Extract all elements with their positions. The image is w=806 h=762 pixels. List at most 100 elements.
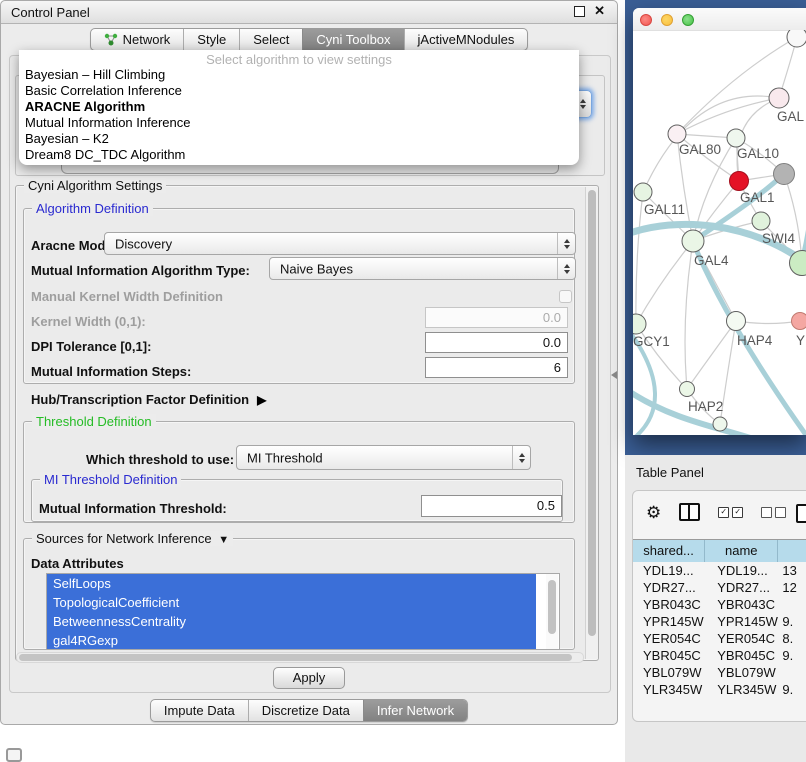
column-header-name[interactable]: name [705,540,778,562]
select-all-checkboxes-icon[interactable]: ✓✓ [718,507,743,518]
node-gal4[interactable] [682,230,704,252]
attribute-list-item[interactable]: TopologicalCoefficient [47,593,536,612]
table-cell[interactable]: YBL079W [705,664,778,681]
table-row[interactable]: YJL052CYJL052C9. [633,698,806,700]
table-cell[interactable]: 9. [778,698,806,700]
node-gal-pink[interactable] [769,88,789,108]
mi-steps-field[interactable]: 6 [425,357,568,378]
tab-network[interactable]: Network [91,29,184,50]
table-row[interactable]: YER054CYER054C8. [633,630,806,647]
table-cell[interactable]: YER054C [633,630,705,647]
hub-transcription-factor-expander[interactable]: Hub/Transcription Factor Definition▶ [31,392,266,407]
table-row[interactable]: YBR045CYBR045C9. [633,647,806,664]
table-cell[interactable]: YBR043C [705,596,778,613]
attribute-list-item[interactable]: gal4RGexp [47,631,536,650]
dpi-tolerance-field[interactable]: 0.0 [425,332,568,353]
node-swi4[interactable] [752,212,770,230]
mac-close-icon[interactable] [640,14,652,26]
node-bottom[interactable] [713,417,727,431]
table-cell[interactable]: 9. [778,681,806,698]
node-gal10[interactable] [727,129,745,147]
tab-cyni-toolbox[interactable]: Cyni Toolbox [302,29,403,50]
table-cell[interactable]: 8. [778,630,806,647]
table-cell[interactable] [778,596,806,613]
table-cell[interactable]: YLR345W [633,681,705,698]
tab-jactivemnodules[interactable]: jActiveMNodules [404,29,528,50]
table-cell[interactable]: 9. [778,613,806,630]
tab-impute-data[interactable]: Impute Data [151,700,248,721]
table-cell[interactable]: 9. [778,647,806,664]
manual-kernel-width-checkbox[interactable] [559,290,572,303]
panel-collapse-arrow-icon[interactable] [611,371,617,379]
table-cell[interactable]: YBR043C [633,596,705,613]
apply-button[interactable]: Apply [273,667,345,689]
table-cell[interactable]: YBR045C [705,647,778,664]
table-cell[interactable]: YDL19... [633,562,705,579]
node-gcy1[interactable] [633,314,646,334]
table-cell[interactable]: YBR045C [633,647,705,664]
node-gal1[interactable] [730,172,749,191]
column-pane-icon[interactable] [796,504,806,523]
table-cell[interactable]: YER054C [705,630,778,647]
algorithm-option[interactable]: Basic Correlation Inference [19,83,579,99]
attribute-list-item[interactable]: SelfLoops [47,574,536,593]
table-cell[interactable]: YJL052C [633,698,705,700]
node-gal80[interactable] [668,125,686,143]
column-header-partial[interactable] [778,540,806,562]
node-hap2[interactable] [680,382,695,397]
sources-legend[interactable]: Sources for Network Inference ▼ [32,531,233,546]
table-cell[interactable]: YDR27... [633,579,705,596]
scrollbar-thumb[interactable] [588,190,596,636]
node-gray[interactable] [774,164,795,185]
tab-select[interactable]: Select [239,29,302,50]
table-cell[interactable]: YPR145W [705,613,778,630]
node-top-partial[interactable] [787,30,806,47]
node-gal11[interactable] [634,183,652,201]
table-row[interactable]: YDR27...YDR27...12 [633,579,806,596]
data-attributes-list[interactable]: SelfLoopsTopologicalCoefficientBetweenne… [46,573,560,650]
tab-style[interactable]: Style [183,29,239,50]
node-salmon[interactable] [792,313,806,330]
table-row[interactable]: YPR145WYPR145W9. [633,613,806,630]
float-window-icon[interactable] [574,6,585,17]
mac-zoom-icon[interactable] [682,14,694,26]
mi-algorithm-type-combobox[interactable]: Naive Bayes [269,257,576,280]
attribute-list-item[interactable]: BetweennessCentrality [47,612,536,631]
tab-infer-network[interactable]: Infer Network [363,700,467,721]
aracne-mode-combobox[interactable]: Discovery [104,232,576,255]
table-cell[interactable]: YLR345W [705,681,778,698]
scrollbar-thumb[interactable] [19,654,572,661]
settings-vertical-scrollbar[interactable] [585,187,598,659]
algorithm-option[interactable]: Dream8 DC_TDC Algorithm [19,147,579,163]
table-cell[interactable]: YDR27... [705,579,778,596]
attributes-vertical-scrollbar[interactable] [546,574,558,649]
tab-discretize-data[interactable]: Discretize Data [248,700,363,721]
split-columns-icon[interactable] [679,503,700,521]
table-row[interactable]: YLR345WYLR345W9. [633,681,806,698]
algorithm-option[interactable]: ARACNE Algorithm [19,99,579,115]
scrollbar-thumb[interactable] [548,580,556,634]
column-header-shared...[interactable]: shared... [633,540,705,562]
table-row[interactable]: YBR043CYBR043C [633,596,806,613]
algorithm-option[interactable]: Bayesian – Hill Climbing [19,67,579,83]
which-threshold-combobox[interactable]: MI Threshold [236,445,531,470]
table-cell[interactable]: YDL19... [705,562,778,579]
gear-icon[interactable]: ⚙ [646,504,661,521]
settings-horizontal-scrollbar[interactable] [16,652,584,663]
table-cell[interactable]: 13 [778,562,806,579]
table-row[interactable]: YDL19...YDL19...13 [633,562,806,579]
kernel-width-field[interactable]: 0.0 [425,307,568,328]
network-canvas[interactable]: GALGAL80GAL10GAL1GAL11SWI4GAL4GCY1HAP4YH… [633,30,806,435]
bottom-left-widget[interactable] [6,748,22,762]
table-cell[interactable]: YJL052C [705,698,778,700]
deselect-all-checkboxes-icon[interactable] [761,507,786,518]
table-cell[interactable] [778,664,806,681]
table-cell[interactable]: YBL079W [633,664,705,681]
mac-minimize-icon[interactable] [661,14,673,26]
mi-threshold-field[interactable]: 0.5 [421,495,562,517]
algorithm-option[interactable]: Bayesian – K2 [19,131,579,147]
table-row[interactable]: YBL079WYBL079W [633,664,806,681]
close-icon[interactable]: ✕ [594,3,605,19]
node-hap4[interactable] [727,312,746,331]
algorithm-option[interactable]: Mutual Information Inference [19,115,579,131]
